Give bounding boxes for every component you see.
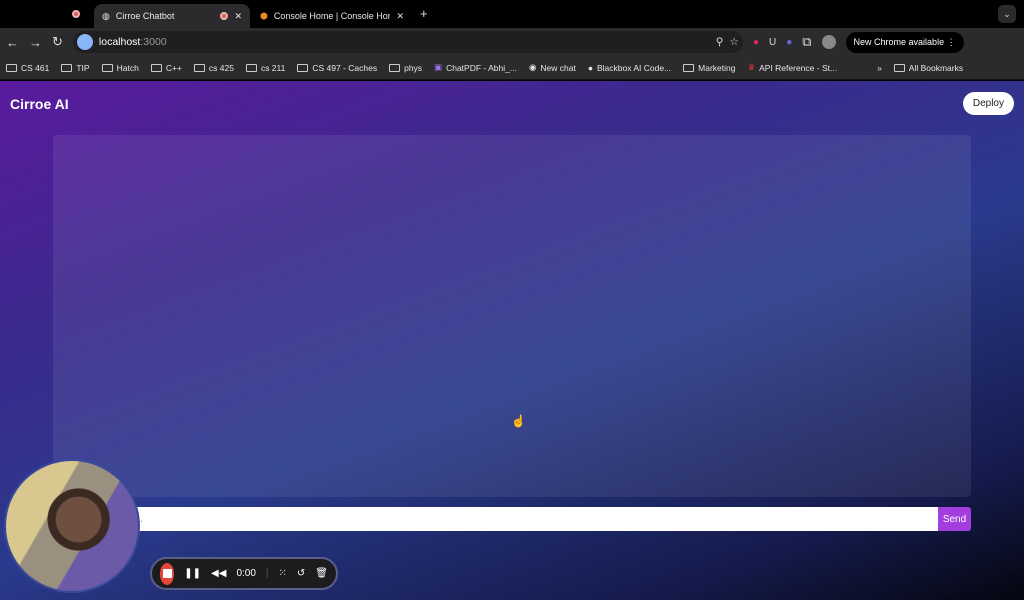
extension-icon[interactable]: ● [786, 37, 792, 48]
puzzle-icon[interactable]: ⧉ [802, 34, 811, 50]
message-input[interactable] [53, 507, 938, 531]
bookmark[interactable]: cs 211 [246, 63, 285, 73]
trash-icon[interactable]: 🗑 [315, 568, 328, 579]
recording-timer: 0:00 [236, 568, 255, 579]
folder-icon [151, 64, 162, 72]
bookmark[interactable]: phys [389, 63, 422, 73]
send-button[interactable]: Send [938, 507, 971, 531]
globe-icon: ◍ [102, 11, 110, 22]
grid-icon[interactable]: ⁙ [279, 568, 287, 579]
stop-recording-button[interactable] [160, 563, 174, 585]
stop-icon [163, 569, 172, 578]
bookmark[interactable]: Hatch [102, 63, 139, 73]
folder-icon [683, 64, 694, 72]
hand-cursor-icon: ☝ [511, 414, 526, 428]
recording-icon [220, 12, 228, 20]
avatar[interactable] [822, 35, 836, 49]
all-bookmarks[interactable]: All Bookmarks [894, 63, 963, 73]
bookmark[interactable]: CS 497 - Caches [297, 63, 377, 73]
new-chrome-available-button[interactable]: New Chrome available ⋮ [846, 32, 964, 53]
tab-console-home[interactable]: ⬢ Console Home | Console Hom ✕ [252, 4, 412, 28]
tab-cirroe-chatbot[interactable]: ◍ Cirroe Chatbot ✕ [94, 4, 250, 28]
zoom-icon[interactable]: ⚲ [716, 36, 724, 48]
tab-strip: ◍ Cirroe Chatbot ✕ ⬢ Console Home | Cons… [0, 0, 1024, 28]
brand-title: Cirroe AI [10, 96, 69, 112]
blackbox-icon: ● [588, 63, 593, 73]
bookmark[interactable]: TIP [61, 63, 89, 73]
extension-u-icon[interactable]: U [769, 37, 776, 48]
bookmark[interactable]: Marketing [683, 63, 735, 73]
folder-icon [194, 64, 205, 72]
reload-icon[interactable]: ↻ [52, 34, 63, 50]
bookmark[interactable]: C++ [151, 63, 182, 73]
openai-icon: ◉ [529, 62, 536, 73]
bookmark[interactable]: ●Blackbox AI Code... [588, 63, 671, 73]
folder-icon [297, 64, 308, 72]
crown-icon: ♛ [747, 62, 755, 73]
app-page: Cirroe AI Deploy Send ☝ [0, 81, 1024, 600]
close-icon[interactable]: ✕ [396, 11, 404, 22]
recording-icon [72, 10, 80, 18]
pause-icon[interactable]: ❚❚ [184, 568, 201, 579]
divider: | [266, 568, 269, 579]
folder-icon [246, 64, 257, 72]
folder-icon [102, 64, 113, 72]
folder-icon [894, 64, 905, 72]
bookmarks-bar: CS 461 TIP Hatch C++ cs 425 cs 211 CS 49… [0, 56, 1024, 80]
folder-icon [6, 64, 17, 72]
bookmark-star-icon[interactable]: ☆ [729, 36, 738, 48]
rewind-icon[interactable]: ◀◀ [211, 568, 226, 579]
bookmark[interactable]: ▣ChatPDF - Abhi_... [434, 62, 517, 73]
tab-search-chevron-icon[interactable]: ⌄ [998, 5, 1016, 23]
chatpdf-icon: ▣ [434, 62, 442, 73]
chat-input-row: Send [53, 507, 971, 531]
back-icon[interactable]: ← [6, 35, 19, 50]
forward-icon[interactable]: → [29, 35, 42, 50]
aws-icon: ⬢ [260, 11, 268, 22]
address-bar[interactable]: localhost:3000 ⚲ ☆ [73, 31, 743, 53]
adblock-icon[interactable]: ● [753, 37, 759, 48]
folder-icon [389, 64, 400, 72]
more-bookmarks-icon[interactable]: » [877, 63, 882, 73]
browser-toolbar: ← → ↻ localhost:3000 ⚲ ☆ ● U ● ⧉ New Chr… [0, 28, 1024, 56]
close-icon[interactable]: ✕ [234, 11, 242, 22]
webcam-overlay [4, 459, 140, 593]
bookmark[interactable]: ◉New chat [529, 62, 576, 73]
chat-messages-area [53, 135, 971, 497]
folder-icon [61, 64, 72, 72]
bookmark[interactable]: ♛API Reference - St... [747, 62, 837, 73]
recording-controls: ❚❚ ◀◀ 0:00 | ⁙ ↺ 🗑 [150, 557, 338, 590]
bookmark[interactable]: CS 461 [6, 63, 49, 73]
bookmark[interactable]: cs 425 [194, 63, 234, 73]
restart-icon[interactable]: ↺ [297, 568, 305, 579]
deploy-button[interactable]: Deploy [963, 92, 1014, 115]
new-tab-button[interactable]: + [420, 6, 428, 21]
site-info-icon[interactable] [77, 34, 93, 50]
